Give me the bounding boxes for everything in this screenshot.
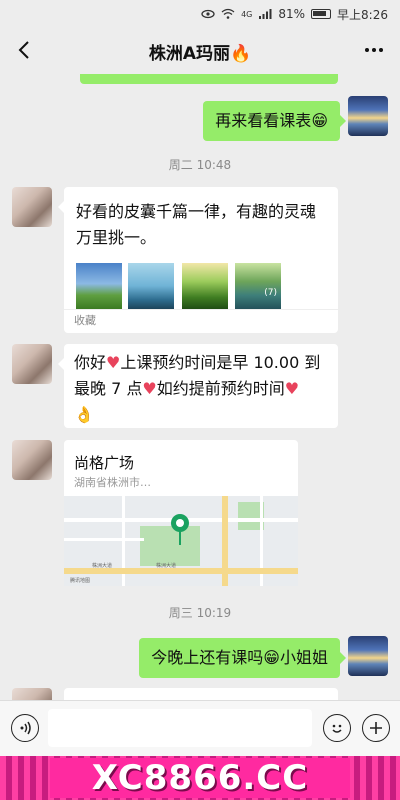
favorite-text: 好看的皮囊千篇一律，有趣的灵魂万里挑一。 bbox=[76, 202, 317, 247]
self-avatar[interactable] bbox=[348, 96, 388, 136]
message-input[interactable] bbox=[48, 709, 312, 747]
input-bar bbox=[0, 700, 400, 756]
contact-avatar[interactable] bbox=[12, 187, 52, 227]
grin-emoji-icon: 😁 bbox=[263, 648, 280, 667]
message-self-1[interactable]: 再来看看课表😁 bbox=[203, 101, 346, 141]
favorite-card[interactable]: 好看的皮囊千篇一律，有趣的灵魂万里挑一。 (7) 收藏 bbox=[58, 187, 338, 333]
clock: 早上8:26 bbox=[337, 7, 388, 22]
more-images-count: (7) bbox=[264, 288, 277, 298]
message-contact-2[interactable]: 你好♥上课预约时间是早 10.00 到最晚 7 点♥如约提前预约时间♥ 👌 bbox=[58, 344, 338, 428]
favorite-divider bbox=[64, 309, 338, 310]
ad-banner[interactable]: XC8866.CC bbox=[0, 756, 400, 800]
more-dots-icon bbox=[365, 48, 383, 52]
map-street-label: 株洲大道 bbox=[156, 563, 177, 569]
smiley-icon bbox=[332, 724, 342, 733]
contact-avatar[interactable] bbox=[12, 440, 52, 480]
previous-message-bubble[interactable] bbox=[80, 74, 338, 84]
chat-area[interactable]: 再来看看课表😁 周二 10:48 好看的皮囊千篇一律，有趣的灵魂万里挑一。 (7… bbox=[0, 74, 400, 700]
location-map[interactable]: 株洲大道 株洲大道 腾讯地图 bbox=[64, 496, 298, 586]
timestamp: 周三 10:19 bbox=[168, 606, 232, 620]
location-title: 尚格广场 bbox=[74, 454, 135, 472]
chat-title-text: 株洲A玛丽 bbox=[148, 43, 230, 64]
signal-label: 4G bbox=[241, 9, 253, 19]
battery-percent: 81% bbox=[278, 7, 306, 21]
map-provider-label: 腾讯地图 bbox=[70, 578, 91, 584]
back-button[interactable] bbox=[10, 36, 38, 64]
self-avatar[interactable] bbox=[348, 636, 388, 676]
message-text: 你好 bbox=[74, 353, 107, 372]
ad-banner-inner: XC8866.CC bbox=[50, 758, 350, 798]
fire-icon: 🔥 bbox=[230, 43, 252, 64]
message-text: 再来看看课表 bbox=[215, 111, 312, 130]
favorite-source-label: 收藏 bbox=[74, 314, 96, 327]
favorite-image-2[interactable] bbox=[128, 263, 174, 309]
more-options-button[interactable] bbox=[360, 36, 388, 64]
status-bar: 4G 81% 早上8:26 bbox=[0, 0, 400, 28]
favorite-image-4[interactable]: (7) bbox=[235, 263, 281, 309]
plus-icon bbox=[370, 722, 382, 734]
favorite-image-3[interactable] bbox=[182, 263, 228, 309]
timestamp: 周二 10:48 bbox=[168, 158, 232, 172]
contact-avatar[interactable] bbox=[12, 344, 52, 384]
map-pin-icon bbox=[171, 514, 189, 545]
next-message-bubble[interactable] bbox=[64, 688, 338, 700]
message-self-2[interactable]: 今晚上还有课吗😁小姐姐 bbox=[139, 638, 346, 678]
signal-icon bbox=[258, 8, 272, 20]
heart-emoji-icon: ♥ bbox=[106, 353, 121, 372]
map-street-label: 株洲大道 bbox=[92, 563, 113, 569]
wifi-icon bbox=[221, 8, 235, 20]
heart-emoji-icon: ♥ bbox=[284, 379, 300, 398]
voice-icon bbox=[20, 721, 31, 735]
grin-emoji-icon: 😁 bbox=[311, 111, 328, 130]
favorite-image-1[interactable] bbox=[76, 263, 122, 309]
ad-banner-text: XC8866.CC bbox=[91, 758, 309, 798]
heart-emoji-icon: ♥ bbox=[142, 379, 157, 398]
message-text: 今晚上还有课吗 bbox=[151, 648, 264, 667]
contact-avatar[interactable] bbox=[12, 688, 52, 700]
ok-hand-emoji-icon: 👌 bbox=[74, 405, 94, 424]
emoji-button[interactable] bbox=[323, 714, 351, 742]
chat-title: 株洲A玛丽🔥 bbox=[149, 39, 251, 64]
voice-input-button[interactable] bbox=[11, 714, 39, 742]
message-text: 如约提前预约时间 bbox=[156, 379, 285, 398]
eye-icon bbox=[201, 8, 215, 20]
more-functions-button[interactable] bbox=[362, 714, 390, 742]
location-address: 湖南省株洲市… bbox=[74, 476, 151, 489]
battery-icon bbox=[311, 9, 332, 19]
chevron-left-icon bbox=[18, 41, 29, 59]
title-bar: 株洲A玛丽🔥 bbox=[0, 28, 400, 74]
message-text: 小姐姐 bbox=[279, 648, 328, 667]
